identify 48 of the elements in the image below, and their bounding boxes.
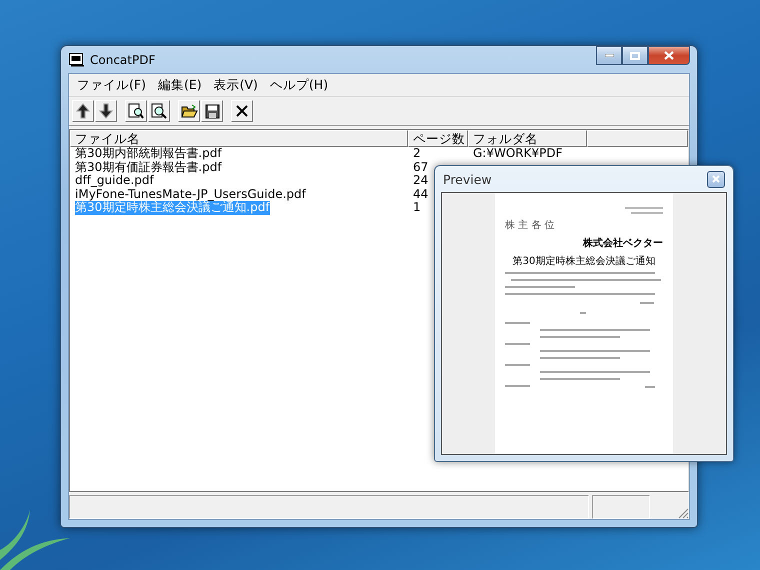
menu-item[interactable]: 表示(V) — [208, 76, 264, 94]
page-count: 2 — [413, 147, 421, 160]
toolbar-button[interactable] — [95, 100, 117, 122]
pdf-app-icon — [69, 52, 85, 66]
close-icon — [712, 175, 720, 183]
close-icon — [664, 51, 674, 60]
file-name[interactable]: 第30期内部統制報告書.pdf — [75, 147, 222, 160]
column-header[interactable] — [587, 130, 688, 147]
up-arrow-icon — [76, 103, 90, 119]
minimize-icon — [604, 54, 614, 57]
close-button[interactable] — [707, 170, 725, 188]
column-header[interactable]: フォルダ名 — [468, 130, 587, 147]
close-icon — [235, 104, 249, 118]
menu-item[interactable]: ヘルプ(H) — [264, 76, 334, 94]
toolbar-button[interactable] — [231, 100, 253, 122]
file-name[interactable]: iMyFone-TunesMate-JP_UsersGuide.pdf — [75, 188, 306, 201]
page-count: 67 — [413, 160, 428, 174]
toolbar-button[interactable] — [72, 100, 94, 122]
column-header[interactable]: ページ数 — [408, 130, 468, 147]
column-header[interactable]: ファイル名 — [70, 130, 408, 147]
preview-title: Preview — [443, 172, 492, 186]
down-arrow-icon — [99, 103, 113, 119]
toolbar-button[interactable] — [178, 100, 200, 122]
text-lines-drawing — [625, 207, 663, 214]
status-pane — [592, 495, 650, 519]
maximize-button[interactable] — [622, 46, 648, 65]
resize-grip-icon — [677, 507, 689, 519]
page-count: 44 — [413, 188, 428, 201]
page-magnifier-icon — [128, 103, 144, 119]
folder-icon — [180, 104, 198, 118]
window-title: ConcatPDF — [90, 52, 156, 66]
file-name[interactable]: 第30期有価証券報告書.pdf — [75, 160, 222, 174]
menu-item[interactable]: 編集(E) — [152, 76, 208, 94]
toolbar-button[interactable] — [201, 100, 223, 122]
page-count: 24 — [413, 174, 428, 188]
maximize-icon — [630, 52, 640, 60]
file-name[interactable]: dff_guide.pdf — [75, 174, 154, 188]
company-name: 株式会社ベクター — [583, 236, 663, 250]
toolbar-button[interactable] — [125, 100, 147, 122]
addressee-text: 株 主 各 位 — [505, 218, 556, 232]
close-button[interactable] — [648, 46, 690, 65]
menu-item[interactable]: ファイル(F) — [71, 76, 152, 94]
toolbar-button[interactable] — [148, 100, 170, 122]
magnifier-icon — [151, 103, 167, 119]
document-heading: 第30期定時株主総会決議ご通知 — [512, 254, 656, 268]
page-count: 1 — [413, 201, 421, 214]
minimize-button[interactable] — [596, 46, 622, 65]
folder-path: G:¥WORK¥PDF — [473, 147, 563, 160]
